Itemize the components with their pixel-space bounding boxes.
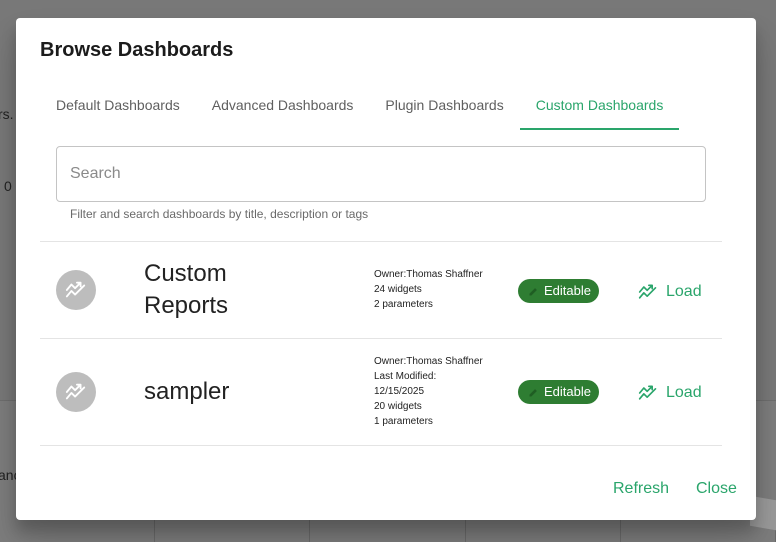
- dashboard-title: Custom Reports: [144, 260, 229, 319]
- trending-up-icon: [638, 385, 657, 400]
- trending-up-icon: [56, 270, 96, 310]
- tab-plugin-dashboards[interactable]: Plugin Dashboards: [369, 86, 519, 130]
- background-text: 0: [4, 178, 12, 194]
- search-helper-text: Filter and search dashboards by title, d…: [70, 207, 369, 221]
- background-text: rs.: [0, 106, 14, 122]
- meta-parameters: 1 parameters: [374, 416, 433, 427]
- load-button[interactable]: Load: [630, 377, 710, 409]
- trending-up-icon: [56, 372, 96, 412]
- dashboard-meta: Owner:Thomas Shaffner Last Modified: 12/…: [374, 354, 494, 429]
- editable-chip: Editable: [518, 279, 599, 303]
- meta-last-modified-label: Last Modified:: [374, 371, 437, 382]
- meta-widgets: 24 widgets: [374, 284, 422, 295]
- edit-icon: [529, 288, 537, 296]
- dashboard-tabs: Default Dashboards Advanced Dashboards P…: [40, 86, 679, 130]
- chip-label: Editable: [544, 283, 591, 298]
- dashboard-meta: Owner:Thomas Shaffner 24 widgets 2 param…: [374, 267, 483, 312]
- editable-chip: Editable: [518, 380, 599, 404]
- tab-advanced-dashboards[interactable]: Advanced Dashboards: [196, 86, 370, 130]
- meta-widgets: 20 widgets: [374, 401, 422, 412]
- edit-icon: [529, 389, 537, 397]
- dashboard-list: Custom Reports Owner:Thomas Shaffner 24 …: [40, 241, 722, 446]
- load-label: Load: [666, 384, 702, 401]
- meta-parameters: 2 parameters: [374, 299, 433, 310]
- tab-custom-dashboards[interactable]: Custom Dashboards: [519, 86, 680, 130]
- search-field: [56, 146, 706, 202]
- close-button[interactable]: Close: [696, 480, 737, 498]
- list-item: sampler Owner:Thomas Shaffner Last Modif…: [40, 338, 722, 446]
- meta-owner: Owner:Thomas Shaffner: [374, 356, 483, 367]
- dashboard-title: sampler: [144, 378, 230, 405]
- load-label: Load: [666, 283, 702, 300]
- meta-last-modified-date: 12/15/2025: [374, 386, 425, 397]
- load-button[interactable]: Load: [630, 276, 710, 308]
- tab-default-dashboards[interactable]: Default Dashboards: [40, 86, 196, 130]
- chip-label: Editable: [544, 384, 591, 399]
- background-table-columns: [0, 518, 776, 542]
- search-input[interactable]: [57, 147, 705, 201]
- list-item: Custom Reports Owner:Thomas Shaffner 24 …: [40, 241, 722, 338]
- meta-owner: Owner:Thomas Shaffner: [374, 269, 483, 280]
- browse-dashboards-dialog: Browse Dashboards Default Dashboards Adv…: [16, 18, 756, 520]
- dialog-title: Browse Dashboards: [40, 39, 234, 61]
- trending-up-icon: [638, 284, 657, 299]
- refresh-button[interactable]: Refresh: [613, 480, 669, 498]
